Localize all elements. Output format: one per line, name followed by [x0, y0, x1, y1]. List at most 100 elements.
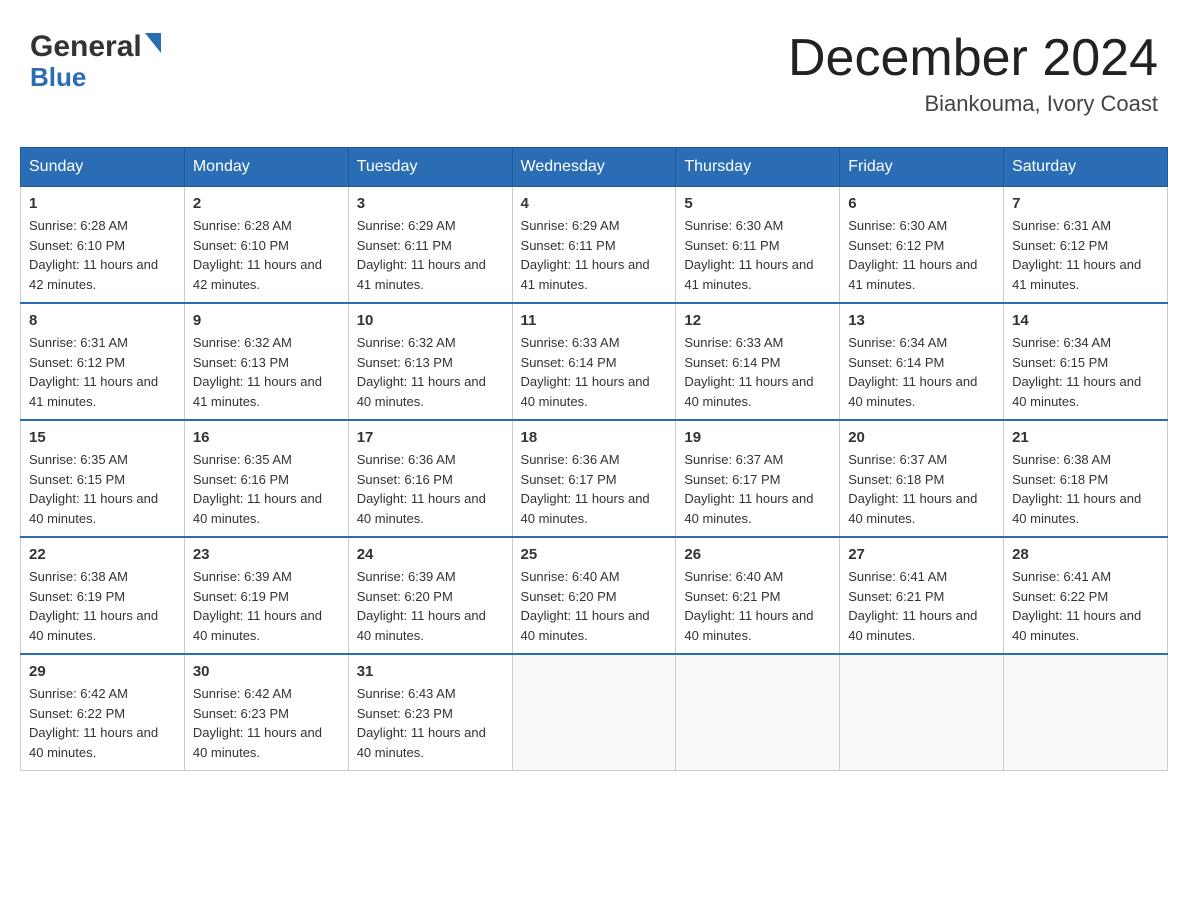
calendar-week-row: 29 Sunrise: 6:42 AMSunset: 6:22 PMDayligh…	[21, 654, 1168, 771]
day-number: 26	[684, 546, 831, 563]
day-number: 10	[357, 312, 504, 329]
day-info: Sunrise: 6:33 AMSunset: 6:14 PMDaylight:…	[521, 333, 668, 411]
calendar-cell: 27 Sunrise: 6:41 AMSunset: 6:21 PMDayligh…	[840, 537, 1004, 654]
day-info: Sunrise: 6:38 AMSunset: 6:18 PMDaylight:…	[1012, 450, 1159, 528]
day-number: 5	[684, 195, 831, 212]
calendar-cell: 13Sunrise: 6:34 AMSunset: 6:14 PMDayligh…	[840, 303, 1004, 420]
day-info: Sunrise: 6:35 AMSunset: 6:15 PMDaylight:…	[29, 450, 176, 528]
calendar-cell: 24 Sunrise: 6:39 AMSunset: 6:20 PMDayligh…	[348, 537, 512, 654]
day-info: Sunrise: 6:40 AMSunset: 6:20 PMDaylight:…	[521, 567, 668, 645]
day-info: Sunrise: 6:38 AMSunset: 6:19 PMDaylight:…	[29, 567, 176, 645]
day-number: 31	[357, 663, 504, 680]
day-number: 16	[193, 429, 340, 446]
day-info: Sunrise: 6:30 AMSunset: 6:11 PMDaylight:…	[684, 216, 831, 294]
calendar-cell	[1004, 654, 1168, 771]
day-info: Sunrise: 6:39 AMSunset: 6:20 PMDaylight:…	[357, 567, 504, 645]
calendar-cell: 25Sunrise: 6:40 AMSunset: 6:20 PMDayligh…	[512, 537, 676, 654]
calendar-week-row: 15 Sunrise: 6:35 AMSunset: 6:15 PMDayligh…	[21, 420, 1168, 537]
day-info: Sunrise: 6:36 AMSunset: 6:16 PMDaylight:…	[357, 450, 504, 528]
calendar-header-friday: Friday	[840, 148, 1004, 187]
calendar-cell: 20 Sunrise: 6:37 AMSunset: 6:18 PMDayligh…	[840, 420, 1004, 537]
day-info: Sunrise: 6:36 AMSunset: 6:17 PMDaylight:…	[521, 450, 668, 528]
day-info: Sunrise: 6:37 AMSunset: 6:18 PMDaylight:…	[848, 450, 995, 528]
day-info: Sunrise: 6:34 AMSunset: 6:15 PMDaylight:…	[1012, 333, 1159, 411]
day-number: 17	[357, 429, 504, 446]
logo-blue-text: Blue	[30, 62, 86, 93]
day-info: Sunrise: 6:32 AMSunset: 6:13 PMDaylight:…	[193, 333, 340, 411]
day-info: Sunrise: 6:41 AMSunset: 6:21 PMDaylight:…	[848, 567, 995, 645]
calendar-cell: 17 Sunrise: 6:36 AMSunset: 6:16 PMDayligh…	[348, 420, 512, 537]
calendar-cell	[676, 654, 840, 771]
calendar-cell: 10 Sunrise: 6:32 AMSunset: 6:13 PMDayligh…	[348, 303, 512, 420]
day-number: 6	[848, 195, 995, 212]
day-number: 21	[1012, 429, 1159, 446]
calendar-cell: 30 Sunrise: 6:42 AMSunset: 6:23 PMDayligh…	[184, 654, 348, 771]
day-info: Sunrise: 6:32 AMSunset: 6:13 PMDaylight:…	[357, 333, 504, 411]
calendar-cell: 7Sunrise: 6:31 AMSunset: 6:12 PMDaylight…	[1004, 187, 1168, 304]
day-info: Sunrise: 6:43 AMSunset: 6:23 PMDaylight:…	[357, 684, 504, 762]
day-info: Sunrise: 6:29 AMSunset: 6:11 PMDaylight:…	[521, 216, 668, 294]
day-info: Sunrise: 6:33 AMSunset: 6:14 PMDaylight:…	[684, 333, 831, 411]
calendar-cell: 2Sunrise: 6:28 AMSunset: 6:10 PMDaylight…	[184, 187, 348, 304]
day-number: 22	[29, 546, 176, 563]
calendar-cell: 6Sunrise: 6:30 AMSunset: 6:12 PMDaylight…	[840, 187, 1004, 304]
day-number: 8	[29, 312, 176, 329]
calendar-header-saturday: Saturday	[1004, 148, 1168, 187]
calendar-cell: 26 Sunrise: 6:40 AMSunset: 6:21 PMDayligh…	[676, 537, 840, 654]
calendar-cell: 23Sunrise: 6:39 AMSunset: 6:19 PMDayligh…	[184, 537, 348, 654]
calendar-cell: 12Sunrise: 6:33 AMSunset: 6:14 PMDayligh…	[676, 303, 840, 420]
calendar-cell	[512, 654, 676, 771]
logo-general-text: General	[30, 30, 142, 64]
day-info: Sunrise: 6:42 AMSunset: 6:23 PMDaylight:…	[193, 684, 340, 762]
day-info: Sunrise: 6:41 AMSunset: 6:22 PMDaylight:…	[1012, 567, 1159, 645]
day-info: Sunrise: 6:37 AMSunset: 6:17 PMDaylight:…	[684, 450, 831, 528]
day-number: 29	[29, 663, 176, 680]
calendar-header-sunday: Sunday	[21, 148, 185, 187]
day-number: 27	[848, 546, 995, 563]
location-subtitle: Biankouma, Ivory Coast	[788, 91, 1158, 117]
page-header: General Blue December 2024 Biankouma, Iv…	[20, 20, 1168, 127]
day-number: 1	[29, 195, 176, 212]
calendar-cell: 19 Sunrise: 6:37 AMSunset: 6:17 PMDayligh…	[676, 420, 840, 537]
calendar-header-monday: Monday	[184, 148, 348, 187]
logo: General Blue	[30, 30, 161, 93]
logo-triangle-icon	[145, 33, 161, 53]
calendar-cell: 9 Sunrise: 6:32 AMSunset: 6:13 PMDaylight…	[184, 303, 348, 420]
calendar-cell: 14 Sunrise: 6:34 AMSunset: 6:15 PMDayligh…	[1004, 303, 1168, 420]
calendar-cell: 4Sunrise: 6:29 AMSunset: 6:11 PMDaylight…	[512, 187, 676, 304]
day-info: Sunrise: 6:31 AMSunset: 6:12 PMDaylight:…	[1012, 216, 1159, 294]
day-number: 30	[193, 663, 340, 680]
calendar-header-wednesday: Wednesday	[512, 148, 676, 187]
title-section: December 2024 Biankouma, Ivory Coast	[788, 30, 1158, 117]
calendar-week-row: 22 Sunrise: 6:38 AMSunset: 6:19 PMDayligh…	[21, 537, 1168, 654]
calendar-header-tuesday: Tuesday	[348, 148, 512, 187]
day-info: Sunrise: 6:28 AMSunset: 6:10 PMDaylight:…	[29, 216, 176, 294]
day-number: 20	[848, 429, 995, 446]
day-info: Sunrise: 6:29 AMSunset: 6:11 PMDaylight:…	[357, 216, 504, 294]
day-number: 15	[29, 429, 176, 446]
day-number: 14	[1012, 312, 1159, 329]
day-number: 18	[521, 429, 668, 446]
calendar-cell: 11 Sunrise: 6:33 AMSunset: 6:14 PMDayligh…	[512, 303, 676, 420]
day-info: Sunrise: 6:40 AMSunset: 6:21 PMDaylight:…	[684, 567, 831, 645]
calendar-cell: 15 Sunrise: 6:35 AMSunset: 6:15 PMDayligh…	[21, 420, 185, 537]
day-number: 3	[357, 195, 504, 212]
calendar-cell: 16Sunrise: 6:35 AMSunset: 6:16 PMDayligh…	[184, 420, 348, 537]
calendar-header-thursday: Thursday	[676, 148, 840, 187]
calendar-cell: 28 Sunrise: 6:41 AMSunset: 6:22 PMDayligh…	[1004, 537, 1168, 654]
calendar-cell: 5 Sunrise: 6:30 AMSunset: 6:11 PMDaylight…	[676, 187, 840, 304]
day-info: Sunrise: 6:42 AMSunset: 6:22 PMDaylight:…	[29, 684, 176, 762]
calendar-week-row: 1 Sunrise: 6:28 AMSunset: 6:10 PMDaylight…	[21, 187, 1168, 304]
day-info: Sunrise: 6:28 AMSunset: 6:10 PMDaylight:…	[193, 216, 340, 294]
calendar-cell: 8Sunrise: 6:31 AMSunset: 6:12 PMDaylight…	[21, 303, 185, 420]
calendar-week-row: 8Sunrise: 6:31 AMSunset: 6:12 PMDaylight…	[21, 303, 1168, 420]
calendar-cell	[840, 654, 1004, 771]
day-number: 24	[357, 546, 504, 563]
day-info: Sunrise: 6:34 AMSunset: 6:14 PMDaylight:…	[848, 333, 995, 411]
day-number: 11	[521, 312, 668, 329]
calendar-cell: 31 Sunrise: 6:43 AMSunset: 6:23 PMDayligh…	[348, 654, 512, 771]
day-number: 19	[684, 429, 831, 446]
calendar-cell: 18 Sunrise: 6:36 AMSunset: 6:17 PMDayligh…	[512, 420, 676, 537]
day-number: 9	[193, 312, 340, 329]
day-number: 28	[1012, 546, 1159, 563]
